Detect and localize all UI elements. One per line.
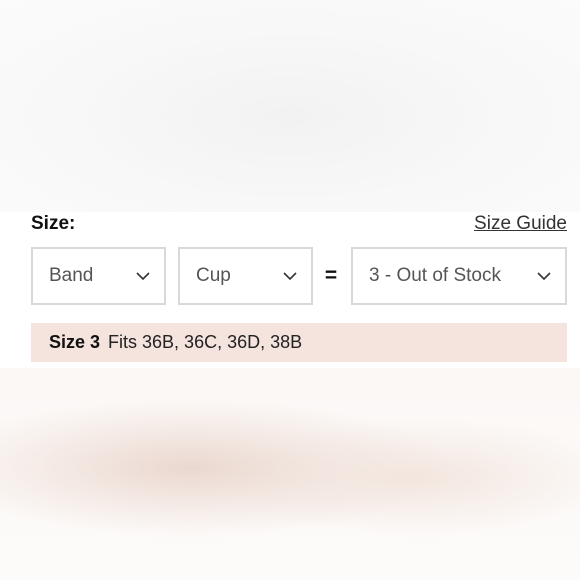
equals-sign: = <box>324 264 338 287</box>
size-result-value: 3 - Out of Stock <box>369 265 501 286</box>
band-select[interactable]: Band <box>31 247 166 305</box>
size-guide-link[interactable]: Size Guide <box>474 213 567 235</box>
size-label: Size: <box>31 213 76 234</box>
cup-select[interactable]: Cup <box>178 247 313 305</box>
fit-description: Fits 36B, 36C, 36D, 38B <box>108 332 303 352</box>
product-image-bottom <box>0 368 580 580</box>
product-image-top <box>0 0 580 212</box>
cup-select-value: Cup <box>196 265 231 286</box>
size-result-select[interactable]: 3 - Out of Stock <box>351 247 567 305</box>
size-fit-banner: Size 3 Fits 36B, 36C, 36D, 38B <box>31 323 567 362</box>
band-select-value: Band <box>49 265 94 286</box>
chevron-down-icon <box>283 269 297 283</box>
fit-size-label: Size 3 <box>49 332 101 352</box>
chevron-down-icon <box>136 269 150 283</box>
chevron-down-icon <box>537 269 551 283</box>
